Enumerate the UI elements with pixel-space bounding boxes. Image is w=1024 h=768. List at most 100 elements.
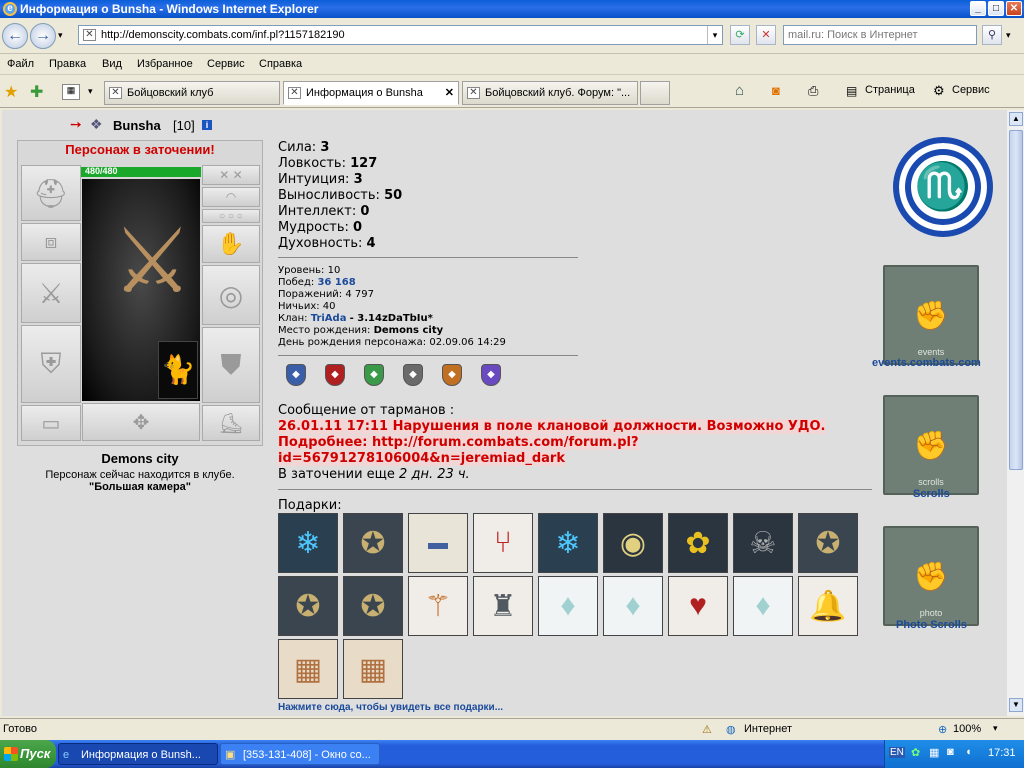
tab-list-icon[interactable]: ▾: [88, 86, 93, 97]
amulet-slot[interactable]: ◠: [202, 187, 260, 207]
tools-menu[interactable]: Сервис: [952, 84, 990, 96]
close-window-button[interactable]: ✕: [1006, 1, 1022, 16]
tab-forum[interactable]: ✕ Бойцовский клуб. Форум: "...: [462, 81, 638, 105]
minimize-button[interactable]: _: [970, 1, 986, 16]
search-input[interactable]: mail.ru: Поиск в Интернет: [783, 25, 977, 45]
stat-intellect: Интеллект: 0: [278, 204, 370, 219]
menu-file[interactable]: Файл: [7, 58, 34, 70]
gift-banner[interactable]: ✪: [278, 576, 338, 636]
gift-bells[interactable]: 🔔: [798, 576, 858, 636]
add-favorite-icon[interactable]: ✚: [30, 82, 43, 102]
wins-link[interactable]: 36 168: [317, 277, 355, 288]
search-options-icon[interactable]: ▾: [1006, 30, 1011, 41]
gift-statue[interactable]: ♜: [473, 576, 533, 636]
maximize-button[interactable]: □: [988, 1, 1004, 16]
history-dropdown-icon[interactable]: ▾: [58, 30, 63, 41]
scroll-down-icon[interactable]: ▼: [1009, 698, 1023, 712]
gift-crystal[interactable]: ♦: [733, 576, 793, 636]
scroll-thumb[interactable]: [1009, 130, 1023, 470]
favorites-star-icon[interactable]: ★: [4, 82, 18, 102]
zoom-dropdown-icon[interactable]: ▾: [993, 723, 998, 734]
gift-golden-rose[interactable]: ✿: [668, 513, 728, 573]
gift-banner[interactable]: ✪: [343, 513, 403, 573]
scroll-up-icon[interactable]: ▲: [1009, 112, 1023, 126]
badge-icon[interactable]: ◆: [286, 364, 306, 386]
belt-slot[interactable]: ▭: [21, 405, 81, 441]
scorpion-emblem-icon[interactable]: ♏: [893, 137, 993, 237]
clan-link[interactable]: TriAda: [311, 313, 347, 324]
tray-icon[interactable]: ◙: [947, 746, 954, 758]
tray-icon[interactable]: ✿: [911, 746, 920, 759]
gloves-slot[interactable]: ✋: [202, 225, 260, 263]
address-dropdown-icon[interactable]: ▾: [707, 26, 722, 44]
feeds-icon[interactable]: ◙: [772, 83, 780, 98]
legs-slot[interactable]: ⛊: [202, 327, 260, 403]
boots-slot[interactable]: ⛸: [202, 405, 260, 441]
rings-slot[interactable]: ○ ○ ○: [202, 209, 260, 223]
gift-package[interactable]: ▦: [343, 639, 403, 699]
volume-icon[interactable]: ◖: [965, 746, 972, 758]
gift-crystal[interactable]: ♦: [538, 576, 598, 636]
pet-icon[interactable]: 🐈: [158, 341, 198, 399]
refresh-icon[interactable]: ⟳: [730, 25, 750, 45]
bracers-slot[interactable]: ⧈: [21, 223, 81, 261]
message-link-1[interactable]: Подробнее: http://forum.combats.com/foru…: [278, 435, 639, 450]
search-icon[interactable]: ⚲: [982, 25, 1002, 45]
forward-button[interactable]: →: [30, 23, 56, 49]
scrolls-link[interactable]: Scrolls: [913, 488, 950, 500]
badge-icon[interactable]: ◆: [442, 364, 462, 386]
taskbar-item-chat[interactable]: ▣ [353-131-408] - Окно со...: [220, 743, 380, 765]
helmet-slot[interactable]: ⛑: [21, 165, 81, 221]
armor-slot[interactable]: ⛨: [21, 325, 81, 403]
gift-banner[interactable]: ✪: [798, 513, 858, 573]
menu-help[interactable]: Справка: [259, 58, 302, 70]
gift-broom[interactable]: ⚚: [408, 576, 468, 636]
address-input[interactable]: ✕ http://demonscity.combats.com/inf.pl?1…: [78, 25, 723, 45]
info-icon[interactable]: i: [202, 120, 212, 130]
menu-view[interactable]: Вид: [102, 58, 122, 70]
photo-scrolls-link[interactable]: Photo Scrolls: [896, 619, 967, 631]
gift-crystal[interactable]: ♦: [603, 576, 663, 636]
gift-blue-tree[interactable]: ❄: [538, 513, 598, 573]
menu-favorites[interactable]: Избранное: [137, 58, 193, 70]
language-indicator[interactable]: EN: [889, 747, 905, 758]
photo-banner[interactable]: ✊ photo: [883, 526, 979, 626]
weapon-slot[interactable]: ⚔: [21, 263, 81, 323]
page-menu[interactable]: Страница: [865, 84, 915, 96]
gift-blue-tree[interactable]: ❄: [278, 513, 338, 573]
events-link[interactable]: events.combats.com: [872, 357, 981, 369]
gift-mouse[interactable]: ♥: [668, 576, 728, 636]
tab-combats[interactable]: ✕ Бойцовский клуб: [104, 81, 280, 105]
stop-icon[interactable]: ✕: [756, 25, 776, 45]
scrolls-banner[interactable]: ✊ scrolls: [883, 395, 979, 495]
vertical-scrollbar[interactable]: ▲ ▼: [1006, 110, 1024, 716]
close-tab-icon[interactable]: ✕: [445, 82, 454, 104]
gift-vaseline[interactable]: ▬: [408, 513, 468, 573]
gift-package[interactable]: ▦: [278, 639, 338, 699]
gift-skull-goblet[interactable]: ☠: [733, 513, 793, 573]
badge-icon[interactable]: ◆: [403, 364, 423, 386]
earrings-slot[interactable]: ✕ ✕: [202, 165, 260, 185]
menu-tools[interactable]: Сервис: [207, 58, 245, 70]
gift-fork[interactable]: ⑂: [473, 513, 533, 573]
tray-icon[interactable]: ▦: [929, 746, 939, 759]
quick-tabs-icon[interactable]: ▦: [62, 84, 80, 100]
home-icon[interactable]: ⌂: [735, 82, 744, 99]
taskbar-item-ie[interactable]: e Информация о Bunsh...: [58, 743, 218, 765]
badge-icon[interactable]: ◆: [364, 364, 384, 386]
menu-edit[interactable]: Правка: [49, 58, 86, 70]
print-icon[interactable]: ⎙: [808, 83, 818, 99]
shield-slot[interactable]: ◎: [202, 265, 260, 325]
badge-icon[interactable]: ◆: [481, 364, 501, 386]
new-tab-button[interactable]: [640, 81, 670, 105]
all-gifts-link[interactable]: Нажмите сюда, чтобы увидеть все подарки.…: [278, 702, 503, 713]
message-link-2[interactable]: id=56791278106004&n=jeremiad_dark: [278, 451, 565, 466]
tab-favicon-icon: ✕: [467, 87, 480, 99]
gift-banner[interactable]: ✪: [343, 576, 403, 636]
tab-bunsha-info[interactable]: ✕ Информация о Bunsha ✕: [283, 81, 459, 105]
back-button[interactable]: ←: [2, 23, 28, 49]
events-banner[interactable]: ✊ events: [883, 265, 979, 365]
gift-plate[interactable]: ◉: [603, 513, 663, 573]
zoom-level[interactable]: 100%: [953, 723, 981, 735]
badge-icon[interactable]: ◆: [325, 364, 345, 386]
